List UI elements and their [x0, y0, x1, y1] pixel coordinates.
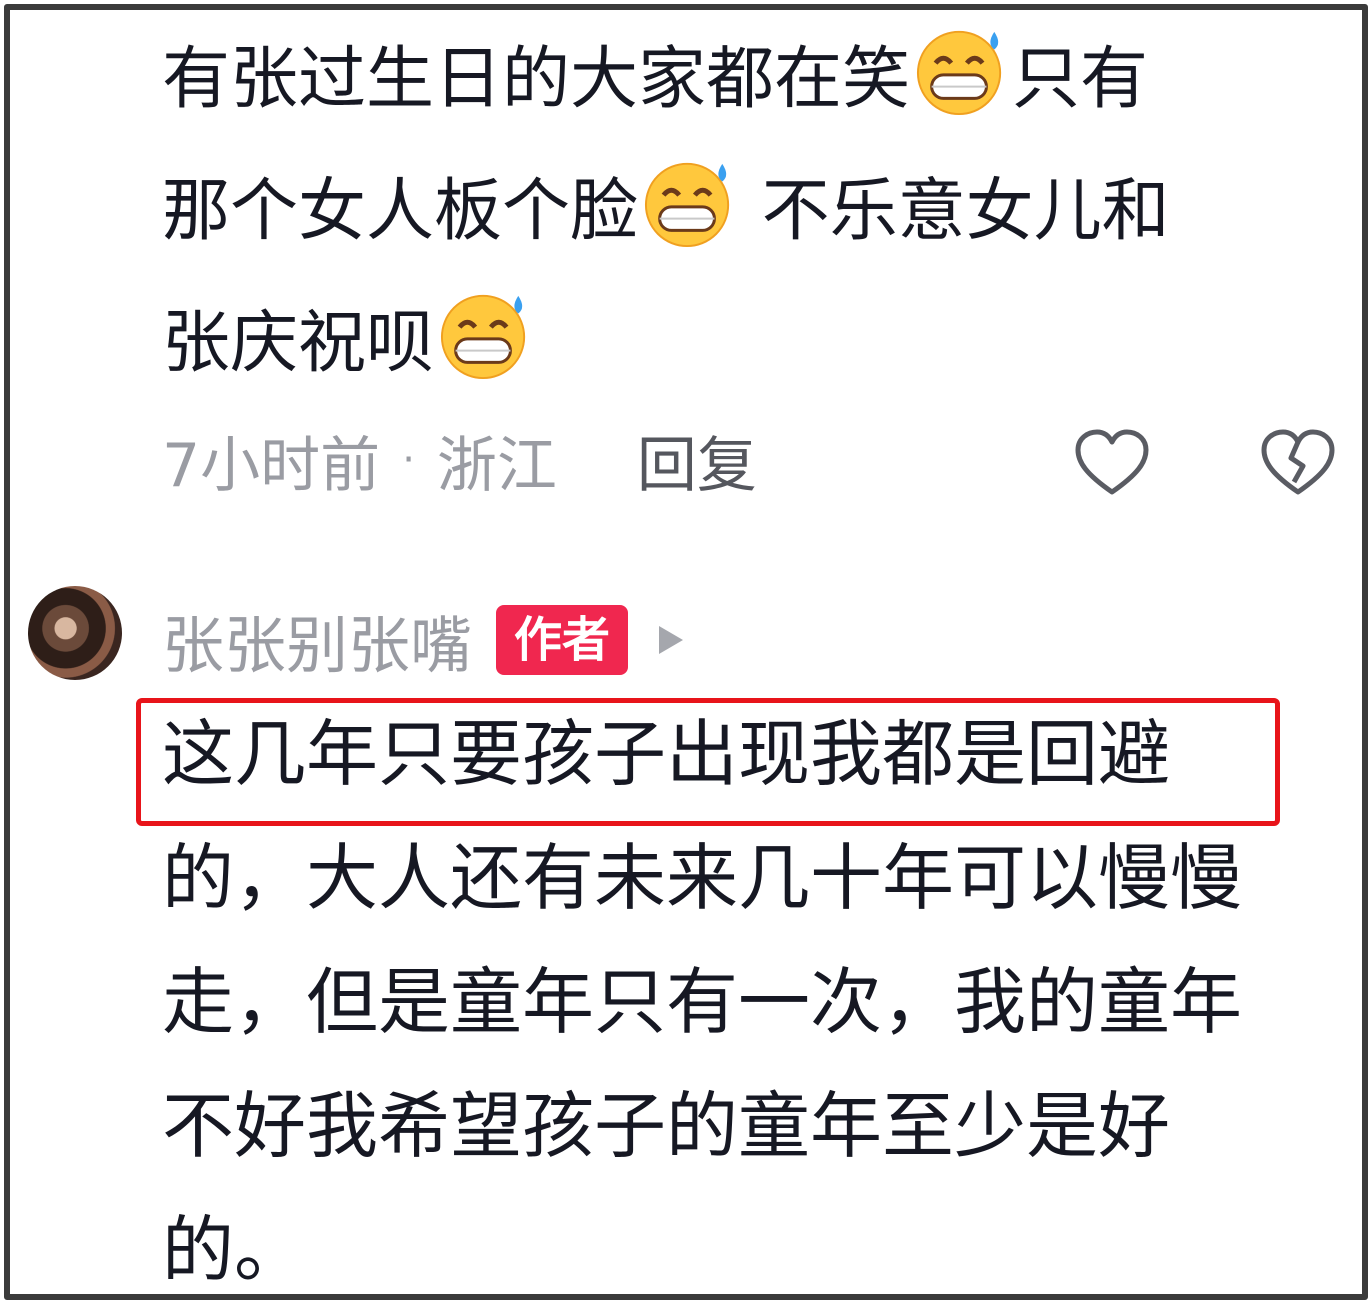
sweat-grin-emoji-icon: [916, 30, 1002, 116]
reply-line: 这几年只要孩子出现我都是回避: [162, 712, 1171, 796]
comment-meta: 7小时前 · 浙江 回复: [162, 420, 1362, 501]
broken-heart-icon[interactable]: [1258, 424, 1338, 504]
location: 浙江: [436, 430, 557, 501]
author-name[interactable]: 张张别张嘴: [162, 595, 472, 685]
reply-line: 走，但是童年只有一次，我的童年: [162, 960, 1243, 1044]
comment-text: 有张过生日的大家都在笑: [162, 40, 911, 119]
meta-separator: ·: [402, 437, 415, 483]
reply-body: 这几年只要孩子出现我都是回避 的，大人还有未来几十年可以慢慢 走，但是童年只有一…: [162, 692, 1362, 1294]
author-row: 张张别张嘴 作者: [162, 600, 686, 682]
reply-line: 的，大人还有未来几十年可以慢慢: [162, 836, 1243, 920]
timestamp: 7小时前: [162, 430, 381, 501]
reply-line: 不好我希望孩子的童年至少是好: [162, 1084, 1171, 1168]
comment-text: 张庆祝呗: [162, 304, 435, 383]
comment-body: 有张过生日的大家都在笑 只有 那个女人板个脸 不乐意女儿和 张庆祝呗: [162, 14, 1342, 410]
screenshot-frame: 有张过生日的大家都在笑 只有 那个女人板个脸 不乐意女儿和 张庆祝呗 7小时前 …: [4, 4, 1368, 1300]
sweat-grin-emoji-icon: [440, 294, 526, 380]
author-badge: 作者: [496, 605, 629, 675]
avatar[interactable]: [28, 586, 122, 680]
heart-outline-icon[interactable]: [1072, 424, 1152, 504]
comment-line: 张庆祝呗: [162, 278, 1342, 410]
reply-line: 的。: [162, 1208, 307, 1292]
comment-text: 那个女人板个脸: [162, 172, 639, 251]
sweat-grin-emoji-icon: [644, 162, 730, 248]
comment-text: 只有: [1012, 40, 1149, 119]
comment-text: 不乐意女儿和: [740, 172, 1170, 251]
comment-line: 那个女人板个脸 不乐意女儿和: [162, 146, 1342, 278]
play-arrow-icon: [659, 626, 684, 654]
comment-line: 有张过生日的大家都在笑 只有: [162, 14, 1342, 146]
reply-button[interactable]: 回复: [637, 417, 757, 504]
